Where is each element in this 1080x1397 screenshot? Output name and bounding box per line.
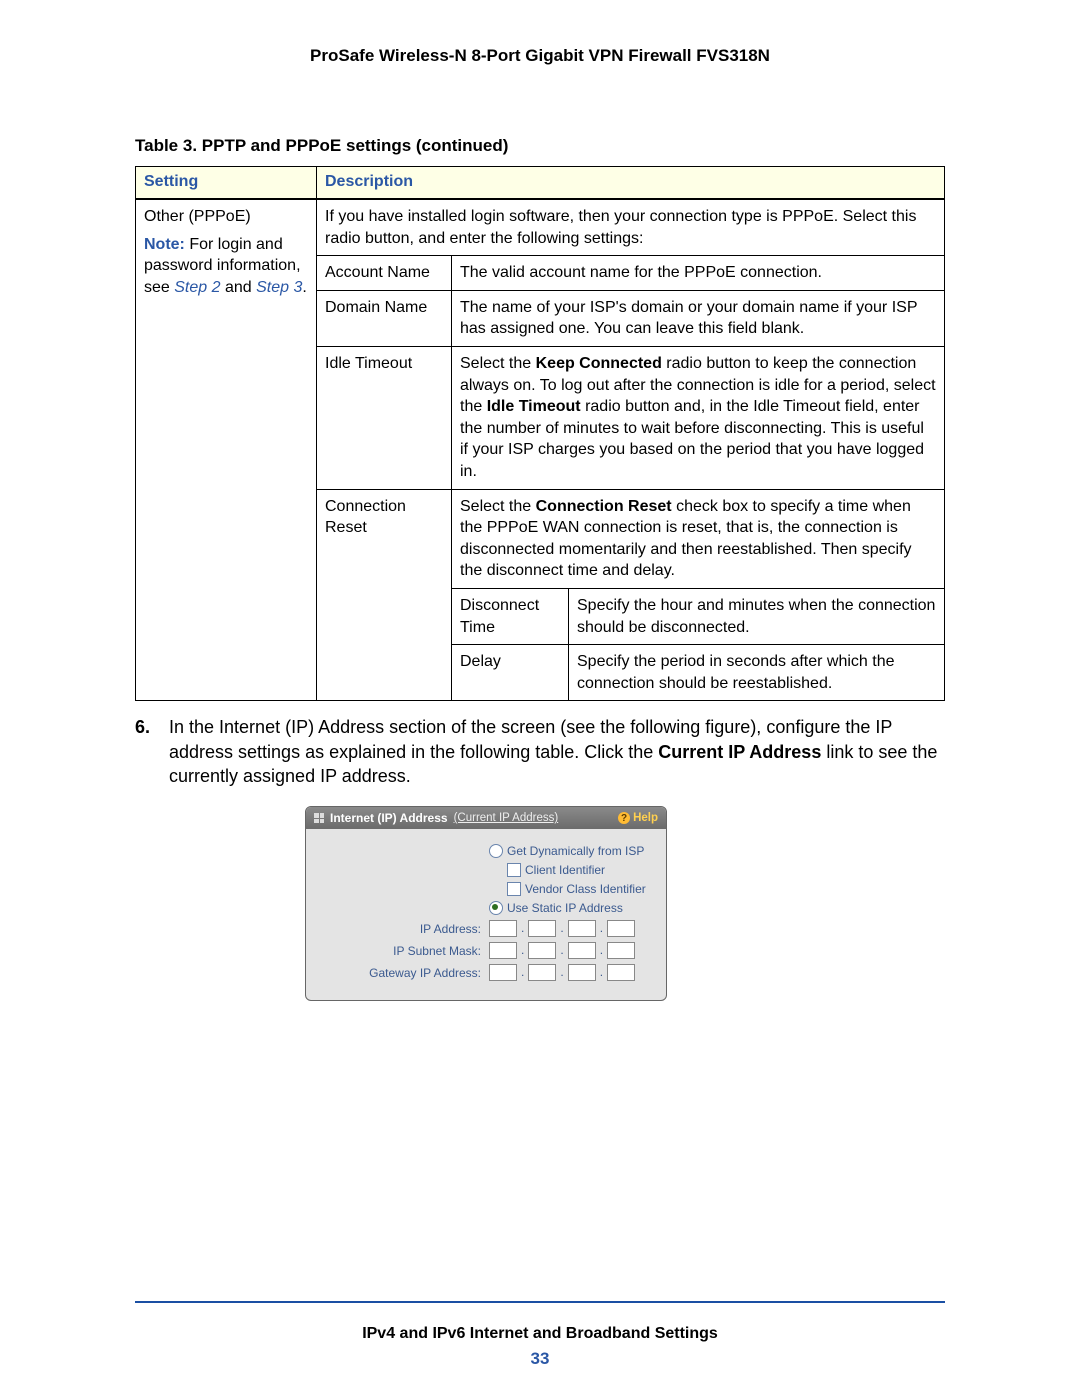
product-title: ProSafe Wireless-N 8-Port Gigabit VPN Fi… <box>0 0 1080 66</box>
checkbox-client-id[interactable] <box>507 863 521 877</box>
ip-octet-input[interactable] <box>489 964 517 981</box>
ip-octet-input[interactable] <box>528 942 556 959</box>
table-row: Delay Specify the period in seconds afte… <box>452 645 944 701</box>
note-period: . <box>302 279 306 296</box>
conn-reset-subtable: Disconnect Time Specify the hour and min… <box>452 589 944 700</box>
row-desc-domain-name: The name of your ISP's domain or your do… <box>452 290 945 346</box>
row-label-account-name: Account Name <box>317 256 452 291</box>
ip-octet-input[interactable] <box>607 964 635 981</box>
note-label: Note: <box>144 236 185 253</box>
idle-timeout-bold: Idle Timeout <box>487 398 581 415</box>
ip-octet-input[interactable] <box>568 920 596 937</box>
row-label-domain-name: Domain Name <box>317 290 452 346</box>
current-ip-address-bold: Current IP Address <box>658 742 821 762</box>
help-link[interactable]: ? Help <box>618 812 658 824</box>
setting-note: Note: For login and password information… <box>144 234 308 299</box>
ip-address-label: IP Address: <box>316 922 489 936</box>
col-setting: Setting <box>136 167 317 200</box>
settings-table: Setting Description Other (PPPoE) Note: … <box>135 166 945 701</box>
page-number: 33 <box>0 1349 1080 1369</box>
row-desc-account-name: The valid account name for the PPPoE con… <box>452 256 945 291</box>
col-description: Description <box>317 167 945 200</box>
table-caption: Table 3. PPTP and PPPoE settings (contin… <box>135 136 945 156</box>
opt-vendor-id-label: Vendor Class Identifier <box>525 882 646 896</box>
step-text: In the Internet (IP) Address section of … <box>169 715 945 788</box>
current-ip-address-link[interactable]: (Current IP Address) <box>454 812 559 824</box>
row-desc-idle-timeout: Select the Keep Connected radio button t… <box>452 346 945 489</box>
table-row: Other (PPPoE) Note: For login and passwo… <box>136 199 945 256</box>
ip-octet-input[interactable] <box>568 942 596 959</box>
help-icon: ? <box>618 812 630 824</box>
subnet-mask-label: IP Subnet Mask: <box>316 944 489 958</box>
ip-octet-input[interactable] <box>607 920 635 937</box>
opt-dynamic-label: Get Dynamically from ISP <box>507 844 644 858</box>
conn-reset-subtable-cell: Disconnect Time Specify the hour and min… <box>452 588 945 700</box>
sub-label-delay: Delay <box>452 645 569 701</box>
opt-static-label: Use Static IP Address <box>507 901 623 915</box>
ip-address-row: IP Address: . . . <box>316 920 656 937</box>
opt-vendor-id-row: Vendor Class Identifier <box>316 882 656 896</box>
sub-desc-delay: Specify the period in seconds after whic… <box>569 645 945 701</box>
help-label: Help <box>633 812 658 824</box>
opt-client-id-label: Client Identifier <box>525 863 605 877</box>
footer-section: IPv4 and IPv6 Internet and Broadband Set… <box>0 1325 1080 1343</box>
ip-octet-input[interactable] <box>528 920 556 937</box>
row-desc-conn-reset: Select the Connection Reset check box to… <box>452 489 945 588</box>
table-header-row: Setting Description <box>136 167 945 200</box>
panel-header: Internet (IP) Address (Current IP Addres… <box>306 807 666 829</box>
ip-octet-input[interactable] <box>489 942 517 959</box>
desc-intro: If you have installed login software, th… <box>317 199 945 256</box>
keep-connected-bold: Keep Connected <box>536 355 662 372</box>
gateway-label: Gateway IP Address: <box>316 966 489 980</box>
page-content: Table 3. PPTP and PPPoE settings (contin… <box>135 136 945 1001</box>
ip-address-panel: Internet (IP) Address (Current IP Addres… <box>305 806 667 1001</box>
panel-body: Get Dynamically from ISP Client Identifi… <box>306 829 666 990</box>
setting-name: Other (PPPoE) <box>144 208 251 225</box>
row-label-idle-timeout: Idle Timeout <box>317 346 452 489</box>
opt-dynamic-row: Get Dynamically from ISP <box>316 844 656 858</box>
ip-address-inputs: . . . <box>489 920 635 937</box>
radio-static[interactable] <box>489 901 503 915</box>
step2-link[interactable]: Step 2 <box>174 279 220 296</box>
table-row: Disconnect Time Specify the hour and min… <box>452 589 944 645</box>
setting-cell: Other (PPPoE) Note: For login and passwo… <box>136 199 317 701</box>
opt-static-row: Use Static IP Address <box>316 901 656 915</box>
document-page: ProSafe Wireless-N 8-Port Gigabit VPN Fi… <box>0 0 1080 1397</box>
grid-icon <box>314 813 324 823</box>
step-6: 6. In the Internet (IP) Address section … <box>135 715 945 788</box>
cr-pre: Select the <box>460 498 536 515</box>
subnet-mask-row: IP Subnet Mask: . . . <box>316 942 656 959</box>
panel-title: Internet (IP) Address <box>330 811 448 825</box>
step-marker: 6. <box>135 715 169 788</box>
sub-desc-disconnect: Specify the hour and minutes when the co… <box>569 589 945 645</box>
subnet-mask-inputs: . . . <box>489 942 635 959</box>
sub-label-disconnect: Disconnect Time <box>452 589 569 645</box>
footer-rule <box>135 1301 945 1303</box>
ip-octet-input[interactable] <box>568 964 596 981</box>
ip-octet-input[interactable] <box>607 942 635 959</box>
gateway-row: Gateway IP Address: . . . <box>316 964 656 981</box>
ip-octet-input[interactable] <box>528 964 556 981</box>
step3-link[interactable]: Step 3 <box>256 279 302 296</box>
gateway-inputs: . . . <box>489 964 635 981</box>
checkbox-vendor-id[interactable] <box>507 882 521 896</box>
idle-pre: Select the <box>460 355 536 372</box>
row-label-conn-reset: Connection Reset <box>317 489 452 701</box>
opt-client-id-row: Client Identifier <box>316 863 656 877</box>
note-and: and <box>221 279 257 296</box>
radio-dynamic[interactable] <box>489 844 503 858</box>
ip-octet-input[interactable] <box>489 920 517 937</box>
conn-reset-bold: Connection Reset <box>536 498 672 515</box>
